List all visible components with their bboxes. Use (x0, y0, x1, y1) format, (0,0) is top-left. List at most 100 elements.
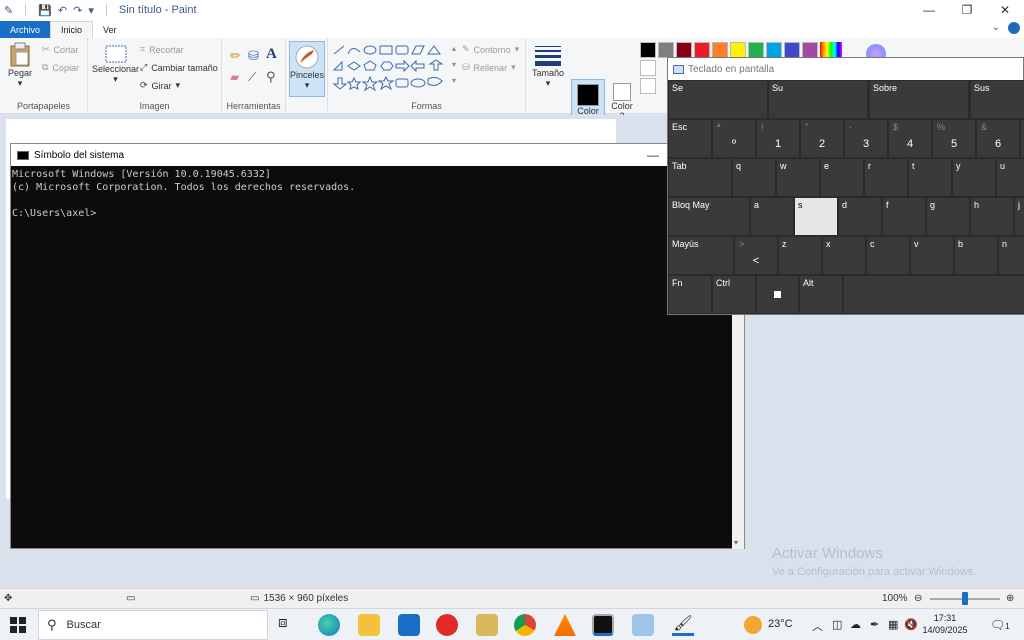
key[interactable]: j (1014, 197, 1024, 236)
key[interactable]: % 5 (932, 119, 976, 158)
osk-title-bar[interactable]: Teclado en pantalla (668, 58, 1023, 80)
key[interactable]: > < (734, 236, 778, 275)
cmd-taskbar-icon[interactable] (592, 614, 614, 636)
key[interactable]: z (778, 236, 822, 275)
cut-button[interactable]: ✂ Cortar (42, 44, 79, 55)
key[interactable]: f (882, 197, 926, 236)
fill-button[interactable]: ⛁ Rellenar ▾ (462, 62, 516, 73)
key[interactable]: b (954, 236, 998, 275)
rotate-button[interactable]: ⟳ Girar ▾ (140, 80, 180, 91)
key[interactable]: a (750, 197, 794, 236)
key[interactable]: ªº (712, 119, 756, 158)
chrome-browser-icon[interactable] (514, 614, 536, 636)
osk-taskbar-icon[interactable] (632, 614, 654, 636)
key[interactable]: e (820, 158, 864, 197)
scroll-down-icon[interactable]: ▾ (734, 538, 738, 547)
copy-button[interactable]: ⧉ Copiar (42, 62, 79, 73)
key[interactable]: Bloq May (668, 197, 750, 236)
weather-icon[interactable] (744, 616, 762, 634)
key[interactable]: s (794, 197, 838, 236)
key[interactable]: & 6 (976, 119, 1020, 158)
key[interactable]: ! 1 (756, 119, 800, 158)
palette-swatch[interactable] (676, 42, 692, 58)
key[interactable]: g (926, 197, 970, 236)
palette-swatch[interactable] (784, 42, 800, 58)
key[interactable]: Esc (668, 119, 712, 158)
task-view-icon[interactable]: ⧈ (278, 614, 300, 636)
system-clock[interactable]: 17:31 14/09/2025 (920, 612, 970, 636)
palette-swatch[interactable] (640, 42, 656, 58)
paste-button[interactable]: Pegar ▾ (8, 42, 32, 89)
help-icon[interactable]: ? (1008, 22, 1020, 34)
quick-access-dropdown-icon[interactable]: ▾ (88, 4, 94, 17)
key[interactable]: d (838, 197, 882, 236)
rainbow-swatch[interactable] (820, 42, 842, 58)
scroll-down-icon[interactable]: ▾ (452, 60, 456, 69)
key[interactable]: r (864, 158, 908, 197)
key[interactable]: q (732, 158, 776, 197)
scroll-up-icon[interactable]: ▴ (452, 44, 456, 53)
palette-swatch[interactable] (766, 42, 782, 58)
key[interactable]: " 2 (800, 119, 844, 158)
undo-icon[interactable]: ↶ (58, 4, 67, 17)
vlc-icon[interactable] (554, 614, 576, 636)
game-app-icon[interactable] (476, 614, 498, 636)
palette-swatch[interactable] (802, 42, 818, 58)
prediction-key[interactable]: Sus (970, 80, 1024, 119)
zoom-in-button[interactable]: ⊕ (1006, 593, 1014, 604)
key[interactable]: c (866, 236, 910, 275)
save-icon[interactable]: 💾 (38, 4, 52, 17)
fill-bucket-icon[interactable]: ⛁ (248, 48, 259, 64)
redo-icon[interactable]: ↷ (73, 4, 82, 17)
key[interactable]: v (910, 236, 954, 275)
key[interactable]: x (822, 236, 866, 275)
palette-swatch[interactable] (730, 42, 746, 58)
collapse-ribbon-icon[interactable]: ⌄ (992, 22, 1000, 34)
palette-swatch[interactable] (694, 42, 710, 58)
webcam-icon[interactable]: ◫ (832, 618, 842, 631)
windows-start-icon[interactable] (10, 617, 26, 633)
temperature[interactable]: 23°C (768, 618, 793, 630)
pencil-icon[interactable]: ✏ (230, 48, 241, 64)
prediction-key[interactable]: Sobre (869, 80, 969, 119)
file-explorer-icon[interactable] (358, 614, 380, 636)
key[interactable]: Tab (668, 158, 732, 197)
palette-swatch[interactable] (658, 42, 674, 58)
close-button[interactable]: ✕ (986, 0, 1024, 20)
key[interactable]: t (908, 158, 952, 197)
tab-file[interactable]: Archivo (0, 21, 51, 38)
chevron-up-icon[interactable]: ︿ (812, 618, 823, 634)
color-picker-icon[interactable]: ⟋ (248, 70, 256, 85)
shapes-gallery-icon[interactable] (332, 44, 452, 92)
key[interactable]: u (996, 158, 1024, 197)
cmd-title-bar[interactable]: Símbolo del sistema (11, 144, 744, 166)
network-icon[interactable]: ▦ (888, 618, 898, 631)
edge-browser-icon[interactable] (318, 614, 340, 636)
key[interactable] (843, 275, 1024, 314)
size-button[interactable]: Tamaño ▾ (532, 44, 564, 89)
outline-button[interactable]: ✎ Contorno ▾ (462, 44, 519, 55)
prediction-key[interactable]: Se (668, 80, 768, 119)
taskbar-search-box[interactable]: ⚲ Buscar (38, 610, 268, 640)
cmd-output[interactable]: Microsoft Windows [Versión 10.0.19045.63… (11, 166, 744, 220)
zoom-out-button[interactable]: ⊖ (914, 593, 922, 604)
eraser-icon[interactable]: ▰ (230, 70, 239, 84)
tab-view[interactable]: Ver (93, 21, 127, 38)
select-button[interactable]: Seleccionar ▾ (92, 44, 139, 85)
palette-empty-swatch[interactable] (640, 60, 656, 76)
minimize-button[interactable]: — (910, 0, 948, 20)
key[interactable]: · 3 (844, 119, 888, 158)
brushes-button[interactable]: Pinceles ▾ (289, 41, 325, 97)
prediction-key[interactable]: Su (768, 80, 868, 119)
key[interactable]: h (970, 197, 1014, 236)
volume-muted-icon[interactable]: 🔇 (904, 618, 918, 631)
key[interactable]: Alt (799, 275, 843, 314)
key[interactable]: w (776, 158, 820, 197)
expand-gallery-icon[interactable]: ▾ (452, 76, 456, 85)
key[interactable]: y (952, 158, 996, 197)
resize-button[interactable]: ⤢ Cambiar tamaño (140, 62, 218, 73)
key[interactable]: / (1020, 119, 1024, 158)
on-screen-keyboard[interactable]: Teclado en pantalla Se Su Sobre Sus Esc ª º! 1 "… (667, 57, 1024, 315)
key[interactable]: Ctrl (712, 275, 756, 314)
key[interactable]: n (998, 236, 1024, 275)
